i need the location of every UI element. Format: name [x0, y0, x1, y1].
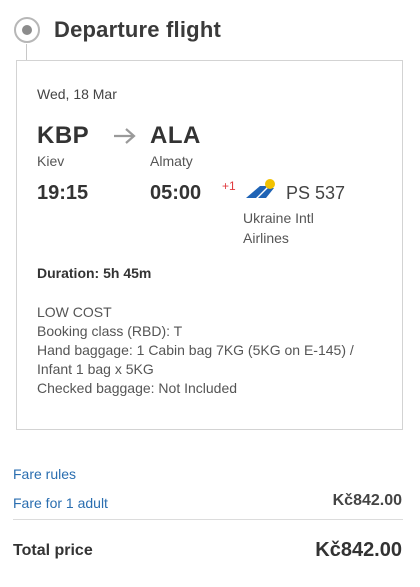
airline-name-line2: Airlines — [243, 230, 289, 246]
arrow-right-icon — [114, 128, 136, 144]
airline-name: Ukraine Intl Airlines — [243, 208, 353, 248]
hand-baggage: Hand baggage: 1 Cabin bag 7KG (5KG on E-… — [37, 342, 354, 377]
fare-rules-link[interactable]: Fare rules — [13, 466, 76, 482]
checked-baggage: Checked baggage: Not Included — [37, 380, 238, 396]
fare-details: LOW COST Booking class (RBD): T Hand bag… — [37, 303, 387, 398]
fare-adult-link[interactable]: Fare for 1 adult — [13, 495, 108, 511]
flight-card: Wed, 18 Mar KBP ALA Kiev Almaty 19:15 05… — [16, 60, 403, 430]
fare-type: LOW COST — [37, 304, 112, 320]
flight-number: PS 537 — [286, 183, 346, 203]
flight-duration: Duration: 5h 45m — [37, 265, 152, 281]
radio-selected-icon[interactable] — [14, 17, 40, 43]
origin-city: Kiev — [37, 153, 65, 169]
total-price-amount: Kč842.00 — [315, 539, 402, 561]
divider — [13, 519, 403, 520]
arrival-time: 05:00 — [150, 182, 202, 204]
departure-time: 19:15 — [37, 182, 89, 204]
day-offset-badge: +1 — [222, 179, 236, 193]
flight-date: Wed, 18 Mar — [37, 86, 117, 102]
origin-code: KBP — [37, 122, 90, 149]
airline-name-line1: Ukraine Intl — [243, 210, 314, 226]
ukraine-intl-airlines-logo-icon — [246, 179, 275, 198]
destination-city: Almaty — [150, 153, 193, 169]
fare-adult-amount: Kč842.00 — [332, 492, 402, 509]
destination-code: ALA — [150, 122, 201, 149]
total-price-label: Total price — [13, 542, 93, 559]
booking-class: Booking class (RBD): T — [37, 323, 183, 339]
section-title: Departure flight — [54, 17, 221, 42]
